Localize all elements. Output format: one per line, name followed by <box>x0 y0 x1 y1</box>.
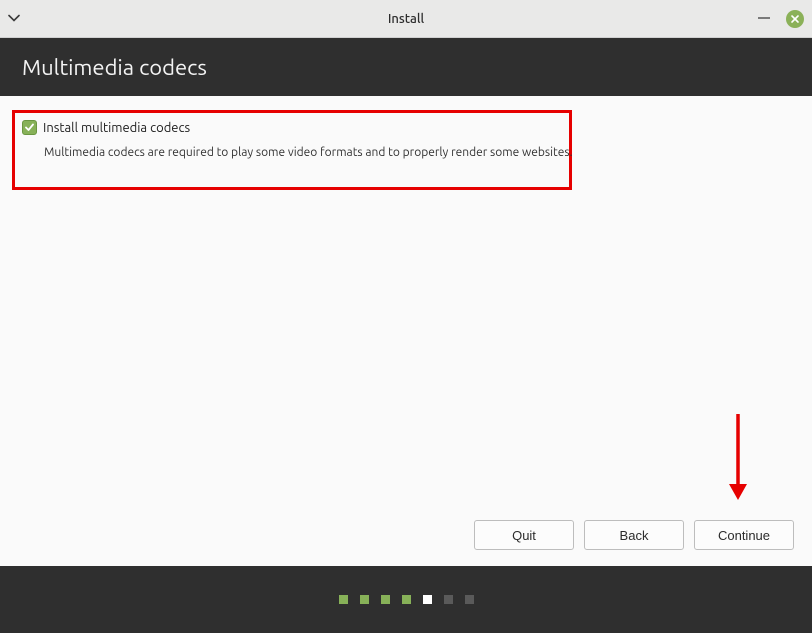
window-title: Install <box>0 12 812 26</box>
install-codecs-description: Multimedia codecs are required to play s… <box>44 146 573 159</box>
annotation-arrow-icon <box>726 412 750 506</box>
progress-footer <box>0 566 812 633</box>
quit-button[interactable]: Quit <box>474 520 574 550</box>
progress-dot <box>444 595 453 604</box>
back-button[interactable]: Back <box>584 520 684 550</box>
install-codecs-label: Install multimedia codecs <box>43 121 190 135</box>
minimize-icon[interactable] <box>758 18 772 20</box>
install-codecs-checkbox[interactable] <box>22 120 37 135</box>
progress-dot <box>402 595 411 604</box>
progress-dot <box>339 595 348 604</box>
progress-dot-current <box>423 595 432 604</box>
content-area: Install multimedia codecs Multimedia cod… <box>0 96 812 566</box>
progress-dot <box>381 595 390 604</box>
page-header: Multimedia codecs <box>0 38 812 96</box>
close-icon[interactable] <box>786 10 804 28</box>
progress-dot <box>465 595 474 604</box>
titlebar: Install <box>0 0 812 38</box>
continue-button[interactable]: Continue <box>694 520 794 550</box>
codec-option-row: Install multimedia codecs <box>22 120 190 135</box>
wizard-button-row: Quit Back Continue <box>474 520 794 550</box>
page-heading: Multimedia codecs <box>22 55 207 80</box>
menu-chevron-icon[interactable] <box>8 12 20 25</box>
progress-dot <box>360 595 369 604</box>
